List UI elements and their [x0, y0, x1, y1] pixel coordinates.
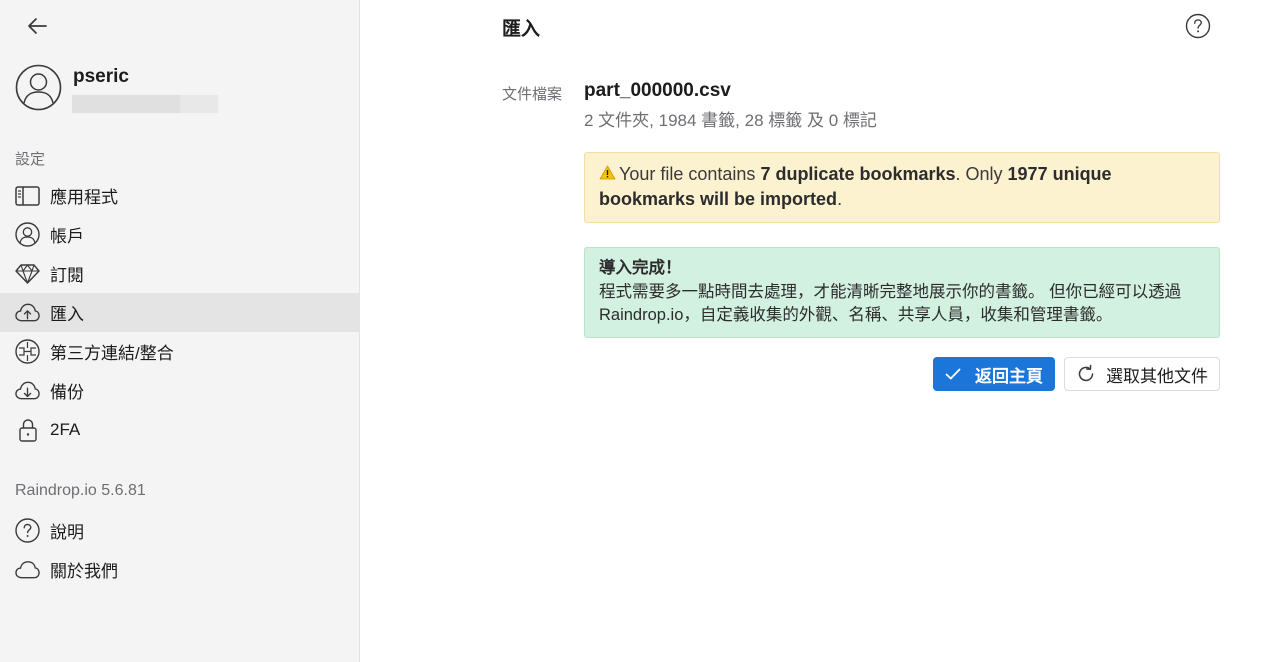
duplicate-warning: Your file contains 7 duplicate bookmarks… — [584, 152, 1220, 223]
success-body: 程式需要多一點時間去處理，才能清晰完整地展示你的書籤。 但你已經可以透過 Rai… — [599, 282, 1182, 325]
sidebar-item-import[interactable]: 匯入 — [0, 293, 360, 332]
back-to-home-button[interactable]: 返回主頁 — [933, 357, 1055, 391]
cloud-icon — [15, 557, 40, 582]
duplicate-count: 7 duplicate bookmarks — [760, 164, 956, 184]
sidebar-item-subscription[interactable]: 訂閱 — [0, 254, 360, 293]
warning-text-prefix: Your file contains — [619, 164, 761, 184]
profile[interactable]: pseric — [15, 64, 335, 114]
warning-icon — [599, 162, 616, 187]
success-title: 導入完成！ — [599, 259, 682, 277]
warning-text-middle: . Only — [955, 164, 1008, 184]
sidebar-item-label: 2FA — [50, 419, 81, 439]
integration-icon — [15, 339, 40, 364]
sidebar-item-label: 第三方連結/整合 — [50, 344, 174, 363]
sidebar-item-label: 備份 — [50, 383, 84, 402]
avatar-icon — [15, 64, 62, 111]
warning-text-suffix: . — [837, 189, 843, 209]
page-title: 匯入 — [502, 19, 541, 40]
file-stats: 2 文件夾, 1984 書籤, 28 標籤 及 0 標記 — [584, 111, 877, 130]
cloud-download-icon — [15, 378, 40, 403]
sidebar-layout-icon — [15, 183, 40, 208]
sidebar-item-label: 應用程式 — [50, 188, 118, 207]
sidebar-item-integrations[interactable]: 第三方連結/整合 — [0, 332, 360, 371]
sidebar-item-account[interactable]: 帳戶 — [0, 215, 360, 254]
choose-another-file-label: 選取其他文件 — [1106, 366, 1208, 386]
user-icon — [15, 222, 40, 247]
sidebar-item-label: 說明 — [50, 523, 84, 542]
sidebar-item-label: 訂閱 — [50, 266, 84, 285]
back-arrow-icon — [28, 18, 47, 34]
lock-icon — [15, 417, 40, 442]
import-success-message: 導入完成！ 程式需要多一點時間去處理，才能清晰完整地展示你的書籤。 但你已經可以… — [584, 247, 1220, 338]
cloud-upload-icon — [15, 300, 40, 325]
sidebar-item-apps[interactable]: 應用程式 — [0, 176, 360, 215]
main-panel: 匯入 文件檔案 part_000000.csv 2 文件夾, 1984 書籤, … — [361, 0, 1280, 662]
sidebar-item-help[interactable]: 說明 — [0, 511, 360, 550]
settings-section-label: 設定 — [15, 151, 46, 168]
help-icon — [15, 518, 40, 543]
username: pseric — [73, 66, 129, 87]
sidebar-item-about[interactable]: 關於我們 — [0, 550, 360, 589]
sidebar-item-backup[interactable]: 備份 — [0, 371, 360, 410]
refresh-icon — [1076, 364, 1096, 384]
back-button[interactable] — [22, 12, 52, 40]
checkmark-icon — [945, 368, 961, 380]
version-label: Raindrop.io 5.6.81 — [15, 482, 146, 499]
sidebar-item-2fa[interactable]: 2FA — [0, 410, 360, 449]
sidebar-item-label: 匯入 — [50, 305, 84, 324]
file-label: 文件檔案 — [502, 86, 563, 103]
help-icon — [1185, 13, 1211, 39]
sidebar: pseric 設定 應用程式 帳戶 訂閱 匯入 第三方連結/整合 備份 2FA … — [0, 0, 360, 662]
back-to-home-label: 返回主頁 — [975, 366, 1043, 386]
diamond-icon — [15, 261, 40, 286]
email-redacted — [72, 95, 218, 113]
sidebar-item-label: 帳戶 — [50, 227, 84, 246]
choose-another-file-button[interactable]: 選取其他文件 — [1064, 357, 1220, 391]
help-button[interactable] — [1185, 13, 1211, 39]
file-name: part_000000.csv — [584, 80, 731, 101]
sidebar-item-label: 關於我們 — [50, 562, 118, 581]
